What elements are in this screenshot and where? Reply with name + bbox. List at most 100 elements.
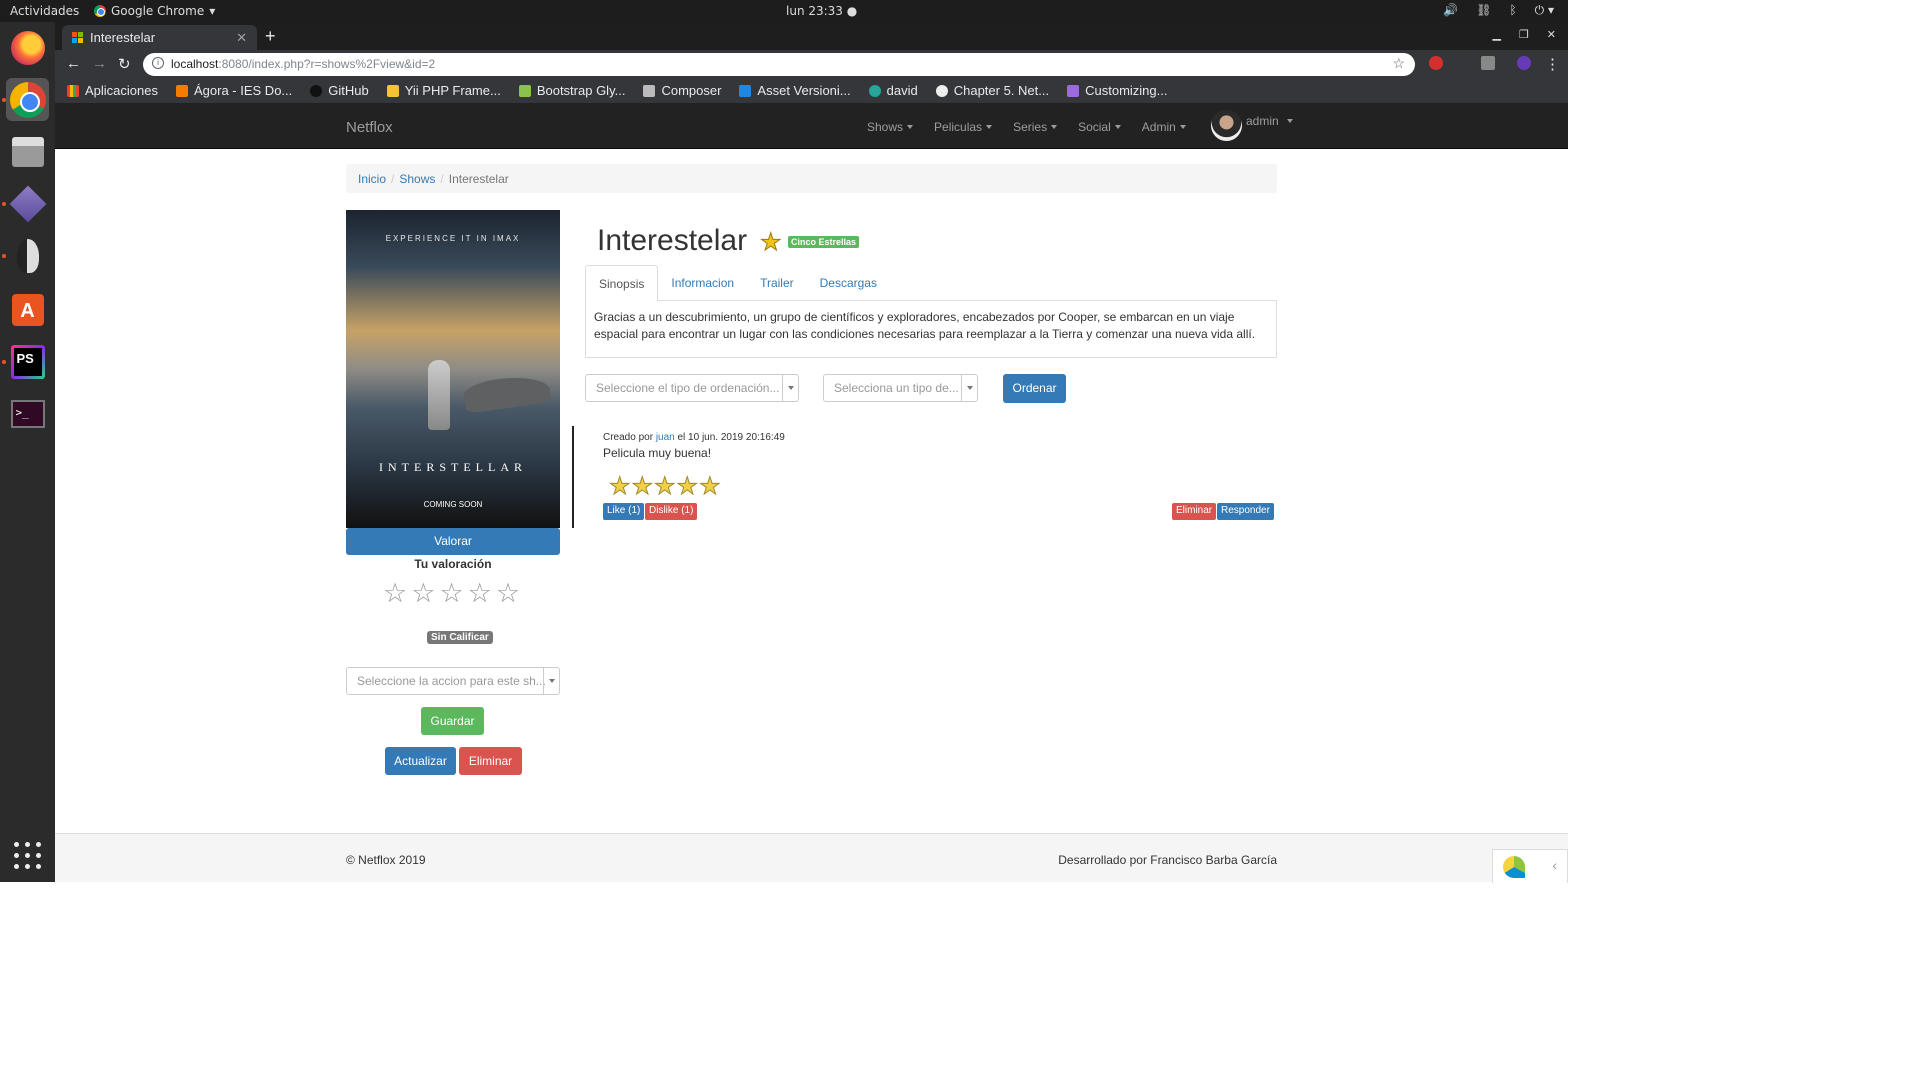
nav-peliculas[interactable]: Peliculas	[934, 120, 993, 134]
like-button[interactable]: Like (1)	[603, 503, 645, 520]
rate-button[interactable]: Valorar	[346, 528, 560, 555]
chrome-icon	[9, 81, 46, 118]
bookmark-item[interactable]: Yii PHP Frame...	[386, 83, 501, 98]
dock-files[interactable]	[6, 130, 49, 173]
star-empty-icon[interactable]: ☆	[468, 578, 492, 609]
dislike-button[interactable]: Dislike (1)	[645, 503, 698, 520]
tab-informacion[interactable]: Informacion	[658, 265, 747, 301]
star-filled-icon: ★	[654, 473, 676, 501]
breadcrumb-home[interactable]: Inicio	[358, 172, 386, 186]
dock-chrome[interactable]	[6, 78, 49, 121]
extension-icon[interactable]	[1429, 56, 1443, 70]
globe-icon	[935, 84, 948, 97]
reply-button[interactable]: Responder	[1217, 503, 1274, 520]
site-footer: © Netflox 2019 Desarrollado por Francisc…	[55, 833, 1568, 883]
star-filled-icon: ★	[760, 229, 782, 257]
order-select[interactable]: Seleccione el tipo de ordenación...	[585, 374, 799, 402]
tab-trailer[interactable]: Trailer	[747, 265, 807, 301]
comment-meta-prefix: Creado por	[603, 432, 654, 443]
bookmark-apps[interactable]: Aplicaciones	[67, 83, 158, 98]
dock-firefox[interactable]	[6, 26, 49, 69]
bluetooth-icon: ᛒ	[1509, 3, 1517, 17]
bookmark-star-icon[interactable]: ☆	[1392, 55, 1405, 72]
bookmark-item[interactable]: Asset Versioni...	[739, 83, 851, 98]
rating-label: Tu valoración	[414, 557, 492, 571]
os-top-bar: Actividades Google Chrome ▾ lun 23:33 ● …	[0, 0, 1568, 22]
dock-terminal[interactable]: >_	[6, 392, 49, 435]
bookmark-item[interactable]: david	[868, 83, 918, 98]
caret-down-icon	[907, 125, 914, 130]
dock-software-center[interactable]: A	[6, 288, 49, 331]
minimize-icon[interactable]: ▁	[1492, 28, 1500, 41]
breadcrumb-separator: /	[440, 172, 444, 186]
delete-button[interactable]: Eliminar	[459, 747, 522, 775]
star-empty-icon[interactable]: ☆	[411, 578, 435, 609]
delete-comment-button[interactable]: Eliminar	[1172, 503, 1217, 520]
tab-descargas[interactable]: Descargas	[807, 265, 890, 301]
profile-avatar-icon[interactable]	[1517, 56, 1531, 70]
nav-label: Admin	[1141, 119, 1176, 134]
new-tab-button[interactable]: +	[265, 26, 276, 47]
chevron-down-icon: ▾	[209, 4, 216, 18]
nav-series[interactable]: Series	[1013, 120, 1058, 134]
power-icon: ⏻ ▾	[1534, 3, 1554, 17]
poster-spaceship	[462, 372, 552, 414]
star-empty-icon[interactable]: ☆	[383, 578, 407, 609]
type-select[interactable]: Selecciona un tipo de...	[823, 374, 978, 402]
poster-coming-soon: COMING SOON	[423, 500, 483, 509]
reload-icon[interactable]: ↻	[118, 55, 131, 73]
site-brand[interactable]: Netflox	[346, 119, 393, 136]
running-indicator	[2, 360, 6, 364]
bookmark-item[interactable]: Ágora - IES Do...	[176, 83, 292, 98]
nav-user-menu[interactable]: admin	[1211, 110, 1293, 141]
clock[interactable]: lun 23:33 ●	[786, 4, 857, 18]
breadcrumb-shows[interactable]: Shows	[399, 172, 435, 186]
info-icon[interactable]: i	[152, 57, 164, 69]
bookmark-item[interactable]: GitHub	[310, 83, 369, 98]
bookmark-item[interactable]: Customizing...	[1067, 83, 1167, 98]
dock-tux-app[interactable]	[6, 234, 49, 277]
bookmark-item[interactable]: Composer	[643, 83, 721, 98]
site-navbar: Netflox Shows Peliculas Series Social Ad…	[55, 104, 1568, 149]
chevron-left-icon[interactable]: ‹	[1552, 857, 1557, 873]
system-tray[interactable]: 🔊 ⛓ ᛒ ⏻ ▾	[1443, 3, 1554, 18]
bookmark-item[interactable]: Bootstrap Gly...	[518, 83, 626, 98]
nav-social[interactable]: Social	[1078, 120, 1121, 134]
action-select-placeholder: Seleccione la accion para este sh...	[357, 674, 546, 688]
browser-tab[interactable]: Interestelar ✕	[62, 25, 257, 50]
comment-author-link[interactable]: juan	[656, 432, 675, 443]
star-filled-icon: ★	[631, 473, 654, 501]
close-tab-icon[interactable]: ✕	[236, 30, 247, 46]
h-icon	[1067, 84, 1080, 97]
tab-sinopsis[interactable]: Sinopsis	[585, 265, 659, 302]
extension-icon[interactable]	[1481, 56, 1495, 70]
update-button[interactable]: Actualizar	[385, 747, 456, 775]
tab-strip: Interestelar ✕ + ▁ ❐ ✕	[55, 22, 1568, 50]
rating-stars[interactable]: ☆ ☆ ☆ ☆ ☆	[383, 578, 520, 609]
browser-toolbar: ← → ↻ i localhost:8080/index.php?r=shows…	[55, 50, 1568, 78]
save-button[interactable]: Guardar	[421, 707, 484, 735]
nav-shows[interactable]: Shows	[867, 120, 914, 134]
forward-icon[interactable]: →	[92, 55, 107, 72]
caret-down-icon	[1051, 125, 1058, 130]
nav-admin[interactable]: Admin	[1142, 120, 1186, 134]
sort-button[interactable]: Ordenar	[1003, 374, 1066, 403]
star-empty-icon[interactable]: ☆	[439, 578, 463, 609]
dock-gem-app[interactable]	[6, 182, 49, 225]
dock-phpstorm[interactable]: PS	[6, 340, 49, 383]
address-bar[interactable]: i localhost:8080/index.php?r=shows%2Fvie…	[143, 53, 1415, 76]
action-select[interactable]: Seleccione la accion para este sh...	[346, 667, 560, 695]
yii-debug-toolbar[interactable]: ‹	[1492, 849, 1568, 883]
menu-kebab-icon[interactable]: ⋮	[1545, 55, 1560, 73]
app-menu[interactable]: Google Chrome ▾	[94, 4, 215, 18]
page-title: Interestelar	[597, 224, 748, 257]
maximize-icon[interactable]: ❐	[1519, 28, 1529, 41]
close-window-icon[interactable]: ✕	[1547, 28, 1556, 41]
nav-label: Social	[1078, 119, 1111, 134]
bookmark-label: Bootstrap Gly...	[536, 83, 626, 98]
back-icon[interactable]: ←	[66, 55, 81, 72]
activities-button[interactable]: Actividades	[10, 4, 79, 18]
show-applications-icon[interactable]	[14, 842, 41, 869]
bookmark-item[interactable]: Chapter 5. Net...	[935, 83, 1049, 98]
star-empty-icon[interactable]: ☆	[496, 578, 520, 609]
